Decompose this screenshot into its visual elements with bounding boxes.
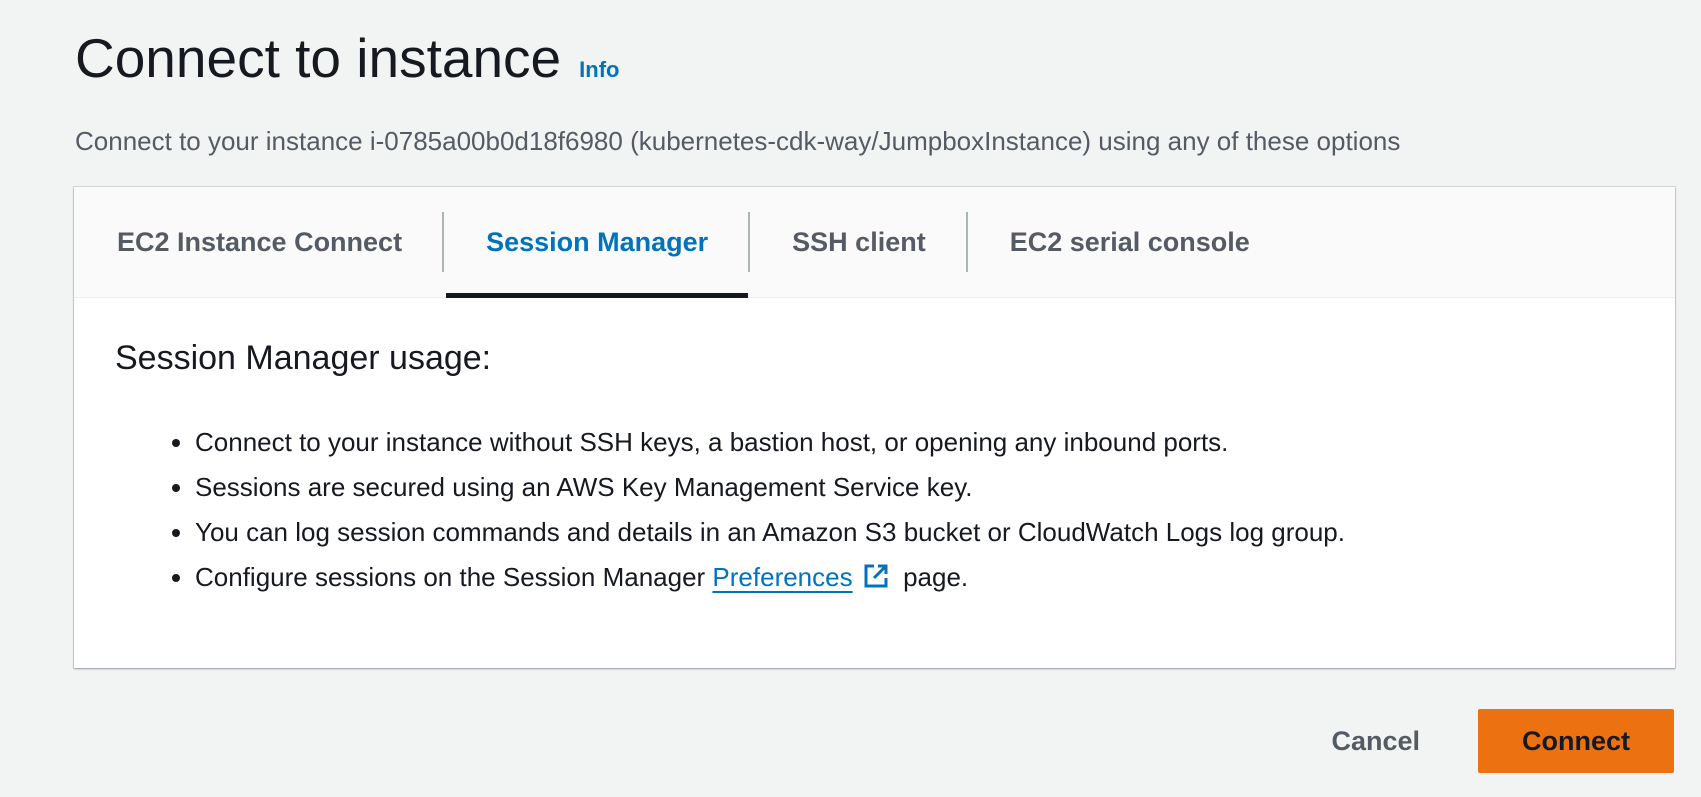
info-link[interactable]: Info [579,57,619,83]
cancel-button[interactable]: Cancel [1311,709,1440,773]
connect-button[interactable]: Connect [1478,709,1674,773]
title-row: Connect to instance Info [75,22,1661,94]
page-header: Connect to instance Info Connect to your… [75,22,1661,158]
connect-options-panel: EC2 Instance Connect Session Manager SSH… [74,187,1675,668]
tab-label: SSH client [792,226,926,257]
tab-label: EC2 serial console [1009,226,1250,257]
tab-label: Session Manager [486,226,709,257]
list-item: Sessions are secured using an AWS Key Ma… [195,465,1635,510]
tab-ec2-serial-console[interactable]: EC2 serial console [968,187,1292,297]
tab-label: EC2 Instance Connect [117,226,403,257]
tab-content: Session Manager usage: Connect to your i… [74,298,1675,600]
tab-ssh-client[interactable]: SSH client [750,187,968,297]
list-item-suffix: page. [903,562,969,592]
list-item: You can log session commands and details… [195,510,1635,555]
tab-ec2-instance-connect[interactable]: EC2 Instance Connect [74,187,445,297]
page-subtitle: Connect to your instance i-0785a00b0d18f… [75,126,1401,156]
external-link-icon[interactable] [862,562,890,590]
active-tab-indicator [446,293,749,298]
usage-list: Connect to your instance without SSH key… [115,420,1635,600]
footer-actions: Cancel Connect [1311,709,1674,773]
page-title: Connect to instance [75,27,562,89]
section-heading: Session Manager usage: [115,339,492,377]
tab-bar: EC2 Instance Connect Session Manager SSH… [74,187,1675,298]
list-item: Connect to your instance without SSH key… [195,420,1635,465]
preferences-link[interactable]: Preferences [712,562,852,592]
list-item-prefix: Configure sessions on the Session Manage… [195,562,706,592]
list-item: Configure sessions on the Session Manage… [195,555,1635,600]
tab-session-manager[interactable]: Session Manager [444,187,751,298]
